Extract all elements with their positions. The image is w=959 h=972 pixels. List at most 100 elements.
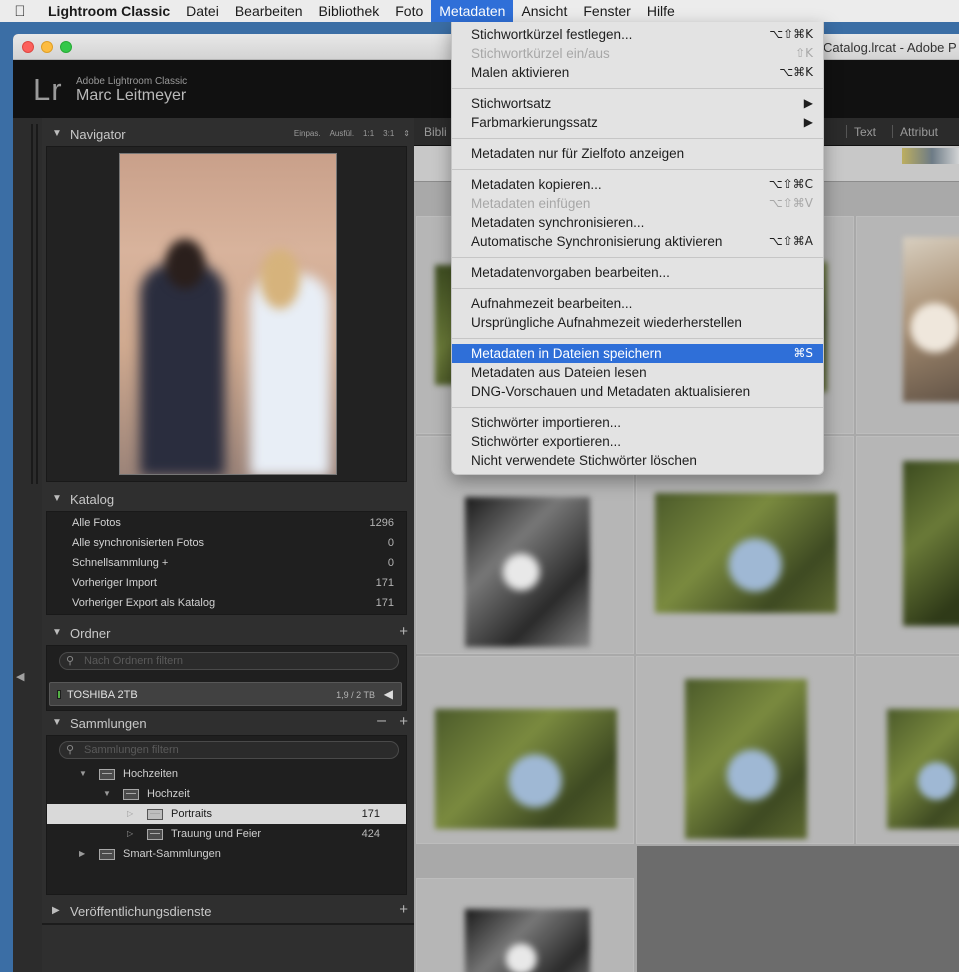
menu-item-farbmarkierungssatz[interactable]: Farbmarkierungssatz ▶ — [452, 113, 823, 132]
menu-separator — [452, 88, 823, 89]
filter-attribute-tab[interactable]: Attribut — [900, 125, 938, 139]
menu-bibliothek[interactable]: Bibliothek — [311, 0, 388, 22]
disclosure-triangle-icon[interactable]: ▶ — [79, 849, 85, 858]
menu-item-malen-aktivieren[interactable]: Malen aktivieren ⌥⌘K — [452, 63, 823, 82]
menu-ansicht[interactable]: Ansicht — [513, 0, 575, 22]
katalog-row[interactable]: Vorheriger Import 171 — [47, 573, 406, 593]
grid-cell[interactable] — [856, 216, 959, 434]
volume-collapse-icon[interactable]: ◀ — [384, 687, 393, 701]
grid-cell[interactable] — [416, 656, 634, 844]
grid-cell[interactable] — [856, 656, 959, 844]
menu-item-metadaten-kopieren[interactable]: Metadaten kopieren... ⌥⇧⌘C — [452, 175, 823, 194]
katalog-row[interactable]: Schnellsammlung +0 — [47, 553, 406, 573]
left-panel-edge: ◀ — [13, 118, 42, 972]
minimize-window-button[interactable] — [41, 41, 53, 53]
menu-item-stichwoerter-exportieren[interactable]: Stichwörter exportieren... — [452, 432, 823, 451]
menu-separator — [452, 257, 823, 258]
ordner-filter-input[interactable]: ⚲ Nach Ordnern filtern — [59, 652, 399, 670]
collapse-left-panel-icon[interactable]: ◀ — [16, 670, 24, 683]
menu-item-metadaten-nur-fuer-zielfoto[interactable]: Metadaten nur für Zielfoto anzeigen — [452, 144, 823, 163]
katalog-row[interactable]: Alle Fotos 1296 — [47, 513, 406, 533]
menu-foto[interactable]: Foto — [387, 0, 431, 22]
zoom-3-1-option[interactable]: 3:1 — [383, 129, 394, 138]
sammlungen-filter-input[interactable]: ⚲ Sammlungen filtern — [59, 741, 399, 759]
navigator-header[interactable]: ▼ Navigator Einpas. Ausfül. 1:1 3:1 ⇕ — [42, 122, 414, 146]
collection-set-hochzeit[interactable]: ▼ Hochzeit — [47, 784, 406, 804]
search-icon: ⚲ — [66, 655, 75, 667]
expand-triangle-icon[interactable]: ▼ — [52, 128, 62, 139]
add-collection-icon[interactable]: + — [399, 713, 408, 730]
disclosure-triangle-icon[interactable]: ▼ — [103, 789, 111, 798]
expand-triangle-icon[interactable]: ▼ — [52, 627, 62, 638]
menu-item-metadaten-lesen[interactable]: Metadaten aus Dateien lesen — [452, 363, 823, 382]
ordner-header[interactable]: ▼ Ordner + — [42, 621, 414, 645]
zoom-1-1-option[interactable]: 1:1 — [363, 129, 374, 138]
zoom-window-button[interactable] — [60, 41, 72, 53]
zoom-stepper-icon[interactable]: ⇕ — [403, 129, 410, 138]
veroeffentlichungsdienste-header[interactable]: ▶ Veröffentlichungsdienste + — [42, 899, 414, 925]
search-icon: ⚲ — [66, 744, 75, 756]
collection-icon — [147, 809, 163, 820]
menu-separator — [452, 338, 823, 339]
close-window-button[interactable] — [22, 41, 34, 53]
thumbnail[interactable] — [902, 148, 959, 164]
menu-item-aufnahmezeit-wiederherstellen[interactable]: Ursprüngliche Aufnahmezeit wiederherstel… — [452, 313, 823, 332]
collection-set-icon — [123, 789, 139, 800]
collection-portraits[interactable]: ▷ Portraits 171 — [47, 804, 406, 824]
menu-separator — [452, 169, 823, 170]
menu-item-stichwoerter-loeschen[interactable]: Nicht verwendete Stichwörter löschen — [452, 451, 823, 470]
menu-datei[interactable]: Datei — [178, 0, 227, 22]
menu-metadaten[interactable]: Metadaten — [431, 0, 514, 22]
volume-row[interactable]: TOSHIBA 2TB 1,9 / 2 TB ◀ — [49, 682, 402, 706]
navigator-preview[interactable] — [46, 146, 407, 482]
grid-cell[interactable] — [636, 656, 854, 844]
smart-collection-set-icon — [99, 849, 115, 860]
katalog-row[interactable]: Vorheriger Export als Katalog 171 — [47, 593, 406, 613]
expand-triangle-icon[interactable]: ▼ — [52, 493, 62, 504]
metadaten-menu: Stichwortkürzel festlegen... ⌥⇧⌘K Stichwo… — [451, 22, 824, 475]
menu-item-dng-vorschauen-aktualisieren[interactable]: DNG-Vorschauen und Metadaten aktualisier… — [452, 382, 823, 401]
panel-resize-handle[interactable] — [31, 124, 38, 484]
photo-thumbnail — [465, 497, 590, 647]
photo-thumbnail — [655, 493, 837, 613]
menu-item-metadatenvorgaben-bearbeiten[interactable]: Metadatenvorgaben bearbeiten... — [452, 263, 823, 282]
disclosure-triangle-icon[interactable]: ▼ — [79, 769, 87, 778]
collection-set-hochzeiten[interactable]: ▼ Hochzeiten — [47, 764, 406, 784]
sammlungen-header[interactable]: ▼ Sammlungen – + — [42, 711, 414, 735]
sammlungen-panel: ⚲ Sammlungen filtern ▼ Hochzeiten ▼ Hoch… — [46, 735, 407, 895]
apple-icon[interactable]:  — [0, 3, 40, 20]
add-publish-service-icon[interactable]: + — [399, 901, 408, 918]
grid-cell[interactable] — [416, 878, 634, 972]
zoom-fit-option[interactable]: Einpas. — [294, 129, 321, 138]
menu-item-automatische-synchronisierung[interactable]: Automatische Synchronisierung aktivieren… — [452, 232, 823, 251]
remove-collection-icon[interactable]: – — [377, 712, 386, 730]
collection-icon — [147, 829, 163, 840]
collection-trauung-und-feier[interactable]: ▷ Trauung und Feier 424 — [47, 824, 406, 844]
menu-item-stichwortkuerzel-festlegen[interactable]: Stichwortkürzel festlegen... ⌥⇧⌘K — [452, 25, 823, 44]
expand-triangle-icon[interactable]: ▶ — [52, 905, 60, 916]
collection-set-smart-sammlungen[interactable]: ▶ Smart-Sammlungen — [47, 844, 406, 864]
menu-item-stichwoerter-importieren[interactable]: Stichwörter importieren... — [452, 413, 823, 432]
grid-cell[interactable] — [856, 436, 959, 654]
menu-fenster[interactable]: Fenster — [575, 0, 638, 22]
katalog-header[interactable]: ▼ Katalog — [42, 487, 414, 511]
menu-separator — [452, 407, 823, 408]
menu-app-name[interactable]: Lightroom Classic — [40, 0, 178, 22]
katalog-row[interactable]: Alle synchronisierten Fotos 0 — [47, 533, 406, 553]
menu-item-metadaten-speichern[interactable]: Metadaten in Dateien speichern ⌘S — [452, 344, 823, 363]
menu-item-stichwortsatz[interactable]: Stichwortsatz ▶ — [452, 94, 823, 113]
photo-thumbnail — [465, 909, 590, 972]
menu-bearbeiten[interactable]: Bearbeiten — [227, 0, 311, 22]
library-filter-label: Bibli — [424, 125, 447, 139]
menu-item-metadaten-synchronisieren[interactable]: Metadaten synchronisieren... — [452, 213, 823, 232]
left-panel: ▼ Navigator Einpas. Ausfül. 1:1 3:1 ⇕ ▼ … — [42, 118, 414, 972]
add-folder-icon[interactable]: + — [399, 623, 408, 640]
volume-name: TOSHIBA 2TB — [67, 689, 138, 701]
expand-triangle-icon[interactable]: ▼ — [52, 717, 62, 728]
zoom-fill-option[interactable]: Ausfül. — [330, 129, 354, 138]
menu-hilfe[interactable]: Hilfe — [639, 0, 683, 22]
filter-text-tab[interactable]: Text — [854, 125, 876, 139]
photo-thumbnail — [887, 709, 959, 829]
menu-item-aufnahmezeit-bearbeiten[interactable]: Aufnahmezeit bearbeiten... — [452, 294, 823, 313]
photo-thumbnail — [903, 237, 959, 402]
